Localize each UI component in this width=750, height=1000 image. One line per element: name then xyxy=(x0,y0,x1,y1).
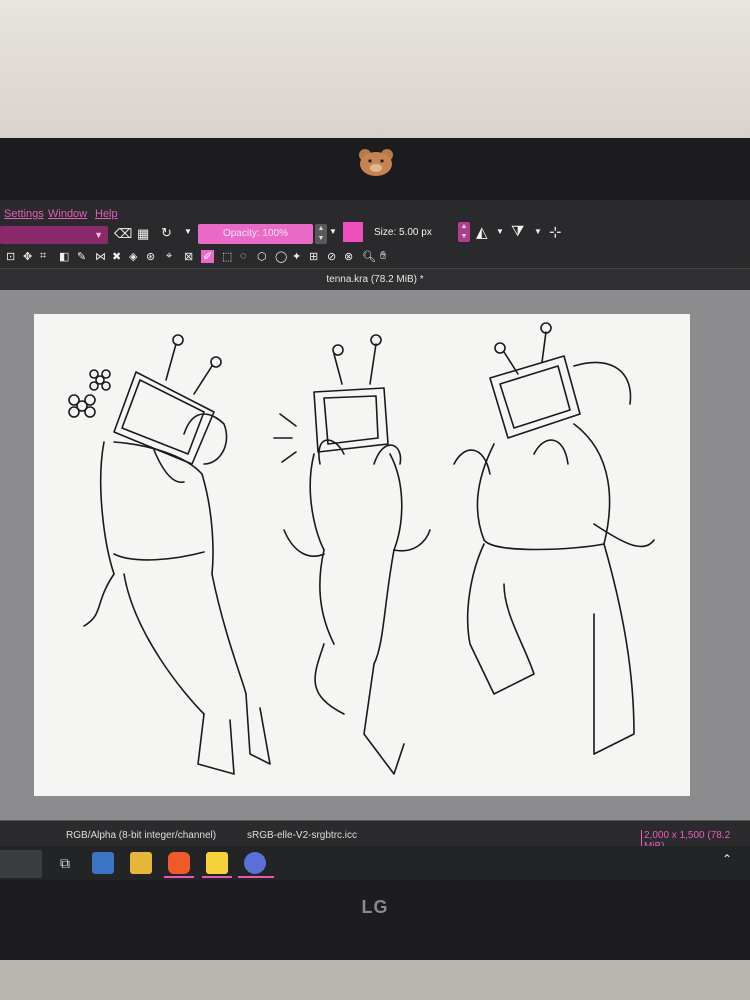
wrap-around-icon[interactable]: ⊹ xyxy=(549,223,562,241)
figure-left xyxy=(83,334,271,775)
sticky-notes-icon[interactable] xyxy=(206,852,228,874)
polygon-select-icon[interactable]: ⬡ xyxy=(257,250,267,263)
flower-doodles xyxy=(68,369,111,418)
reload-preset-icon[interactable]: ↻ xyxy=(161,225,172,241)
task-view-icon[interactable]: ⧉ xyxy=(54,852,76,874)
eraser-icon[interactable]: ⌫ xyxy=(114,226,132,242)
magic-wand-icon[interactable]: ✦ xyxy=(292,250,301,263)
room-wall xyxy=(0,0,750,140)
taskbar-search[interactable] xyxy=(0,850,42,878)
mirror-vertical-icon[interactable]: ⧩ xyxy=(511,223,524,240)
brave-browser-icon[interactable] xyxy=(168,852,190,874)
freehand-brush-icon[interactable]: ✐ xyxy=(201,250,215,263)
chevron-down-icon[interactable]: ▼ xyxy=(329,227,337,236)
menu-settings[interactable]: Settings xyxy=(4,208,44,220)
opacity-slider[interactable]: Opacity: 100% xyxy=(198,224,313,244)
fill-icon[interactable]: ◈ xyxy=(129,250,137,263)
pattern-icon[interactable]: ⊛ xyxy=(146,250,155,263)
magnetic-select-icon[interactable]: ⊗ xyxy=(344,250,353,263)
zoom-icon[interactable]: 🔍︎ xyxy=(362,250,376,263)
crop-icon[interactable]: ⌗ xyxy=(40,250,46,263)
calculator-icon[interactable] xyxy=(92,852,114,874)
assistant-icon[interactable]: ⋈ xyxy=(95,250,106,263)
rect-select-icon[interactable]: ⬚ xyxy=(222,250,232,263)
freehand-select-icon[interactable]: ◯ xyxy=(275,250,287,263)
mirror-horizontal-icon[interactable]: ◭ xyxy=(476,223,488,241)
brush-size-slider[interactable]: Size: 5.00 px xyxy=(374,227,432,238)
file-explorer-icon[interactable] xyxy=(130,852,152,874)
alpha-lock-icon[interactable]: ▦ xyxy=(137,226,149,242)
measure-icon[interactable]: ✖ xyxy=(112,250,121,263)
brush-color-swatch[interactable] xyxy=(343,222,363,242)
active-indicator xyxy=(164,876,194,878)
colorpicker-icon[interactable]: ✎ xyxy=(77,250,86,263)
smart-patch-icon[interactable]: ⊠ xyxy=(184,250,193,263)
gradient-icon[interactable]: ◧ xyxy=(59,250,69,263)
document-title[interactable]: tenna.kra (78.2 MiB) * xyxy=(0,274,750,285)
laptop-bottom-bezel xyxy=(0,880,750,960)
menu-window[interactable]: Window xyxy=(48,208,87,220)
transform-icon[interactable]: ⊡ xyxy=(6,250,15,263)
color-profile-status: sRGB-elle-V2-srgbtrc.icc xyxy=(247,830,358,841)
laptop-brand-logo: LG xyxy=(361,897,389,917)
size-spinner[interactable]: ▲ ▼ xyxy=(458,222,470,242)
bear-figurine-icon xyxy=(359,149,393,176)
pan-hand-icon[interactable]: ✋︎ xyxy=(380,250,386,263)
chevron-up-icon[interactable]: ⌃ xyxy=(722,852,732,866)
brush-preset-selector[interactable]: ▼ xyxy=(0,226,108,244)
chevron-down-icon: ▼ xyxy=(94,230,103,240)
move-icon[interactable]: ✥ xyxy=(23,250,32,263)
chevron-down-icon[interactable]: ▼ xyxy=(184,227,192,236)
menu-help[interactable]: Help xyxy=(95,208,118,220)
similar-select-icon[interactable]: ⊞ xyxy=(309,250,318,263)
figure-right xyxy=(453,322,655,755)
laptop-keyboard-deck xyxy=(0,960,750,1000)
chevron-down-icon[interactable]: ▼ xyxy=(496,227,504,236)
ellipse-select-icon[interactable]: ◌ xyxy=(240,250,247,262)
figure-middle xyxy=(273,334,431,775)
chevron-down-icon[interactable]: ▼ xyxy=(534,227,542,236)
menu-bar: Settings Window Help xyxy=(0,200,750,222)
opacity-spinner[interactable]: ▲ ▼ xyxy=(315,224,327,244)
active-indicator xyxy=(238,876,274,878)
line-art-drawing xyxy=(68,322,655,775)
krita-icon[interactable] xyxy=(244,852,266,874)
color-model-status: RGB/Alpha (8-bit integer/channel) xyxy=(66,830,217,841)
active-indicator xyxy=(202,876,232,878)
bezier-select-icon[interactable]: ⊘ xyxy=(327,250,336,263)
multibrush-icon[interactable]: ⌖ xyxy=(166,250,172,263)
